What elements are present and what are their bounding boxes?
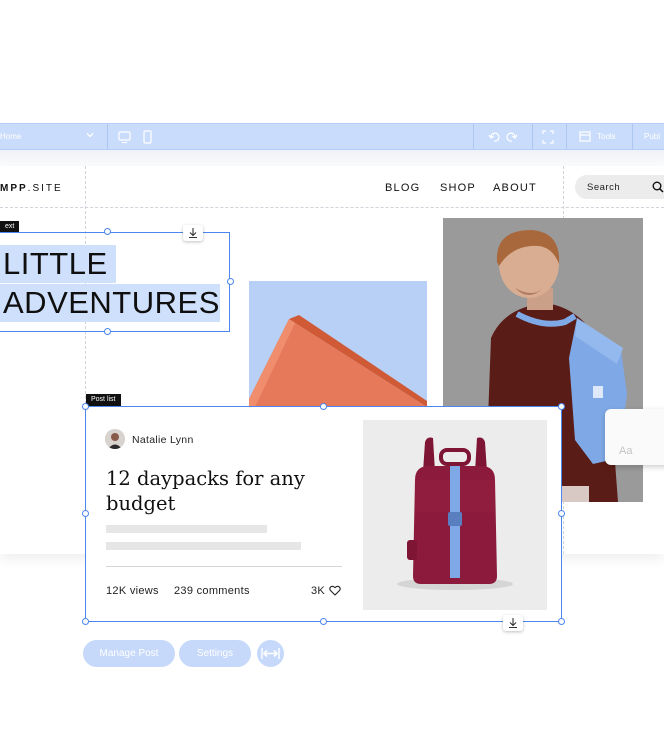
download-button[interactable]	[183, 225, 203, 241]
undo-redo-icons[interactable]	[488, 130, 518, 144]
heart-icon[interactable]	[329, 585, 341, 596]
editor-screen: Home Tools Publ MPP.SITE BLOG SHOP ABOUT	[0, 0, 664, 750]
canvas-margin	[0, 150, 664, 166]
resize-handle[interactable]	[320, 618, 327, 625]
logo-bold: MPP	[0, 183, 28, 194]
architecture-image[interactable]	[249, 281, 427, 407]
fit-icon[interactable]	[542, 130, 554, 144]
resize-handle[interactable]	[558, 618, 565, 625]
toolbar-divider	[532, 124, 533, 149]
resize-handle[interactable]	[558, 510, 565, 517]
architecture-graphic	[249, 281, 427, 407]
stretch-button[interactable]	[257, 640, 284, 667]
nav-item-shop[interactable]: SHOP	[440, 182, 476, 194]
resize-handle[interactable]	[104, 228, 111, 235]
download-button[interactable]	[503, 615, 523, 631]
logo-rest: .SITE	[27, 183, 63, 194]
site-logo[interactable]: MPP.SITE	[0, 183, 63, 194]
toolbar-divider	[566, 124, 567, 149]
resize-handle[interactable]	[82, 618, 89, 625]
backpack-graphic	[363, 420, 547, 610]
resize-handle[interactable]	[320, 403, 327, 410]
resize-handle[interactable]	[104, 328, 111, 335]
header-guide	[0, 207, 664, 208]
device-switcher[interactable]	[118, 130, 158, 144]
page-selector-label: Home	[0, 132, 22, 141]
backpack-image[interactable]	[363, 420, 547, 610]
resize-handle[interactable]	[82, 403, 89, 410]
redo-icon	[506, 132, 518, 142]
tools-icon[interactable]	[579, 130, 591, 144]
excerpt-placeholder	[106, 542, 301, 550]
search-label: Search	[587, 182, 621, 193]
resize-handle[interactable]	[558, 403, 565, 410]
author-name[interactable]: Natalie Lynn	[132, 434, 194, 446]
mobile-icon	[143, 130, 152, 144]
manage-post-button[interactable]: Manage Post	[83, 640, 175, 667]
text-style-label: Aa	[619, 445, 633, 457]
nav-item-blog[interactable]: BLOG	[385, 182, 420, 194]
resize-handle[interactable]	[82, 510, 89, 517]
chevron-down-icon	[86, 133, 94, 138]
tools-button[interactable]: Tools	[597, 132, 616, 141]
nav-item-about[interactable]: ABOUT	[493, 182, 537, 194]
post-title[interactable]: 12 daypacks for any budget	[106, 466, 326, 516]
download-icon	[189, 228, 197, 239]
resize-handle[interactable]	[227, 278, 234, 285]
headline-line-2[interactable]: ADVENTURES	[0, 284, 220, 322]
settings-button[interactable]: Settings	[179, 640, 251, 667]
page-selector[interactable]: Home	[0, 124, 108, 149]
site-search-bar[interactable]: Search	[575, 175, 664, 199]
likes-count: 3K	[311, 585, 326, 597]
post-divider	[106, 566, 342, 567]
search-icon	[652, 181, 664, 193]
toolbar-divider	[473, 124, 474, 149]
comments-count[interactable]: 239 comments	[174, 585, 250, 597]
text-style-panel[interactable]: Aa	[605, 409, 664, 465]
avatar-image	[105, 429, 125, 449]
editor-toolbar: Home Tools Publ	[0, 123, 664, 150]
author-avatar	[105, 429, 125, 449]
stretch-icon	[261, 648, 280, 659]
post-list-tag: Post list	[86, 394, 121, 406]
views-count: 12K views	[106, 585, 159, 597]
undo-icon	[488, 132, 500, 142]
headline-line-1[interactable]: LITTLE	[0, 245, 116, 283]
excerpt-placeholder	[106, 525, 267, 533]
toolbar-divider	[632, 124, 633, 149]
download-icon	[509, 618, 517, 629]
publish-button[interactable]: Publ	[644, 132, 660, 141]
desktop-icon	[118, 131, 131, 144]
